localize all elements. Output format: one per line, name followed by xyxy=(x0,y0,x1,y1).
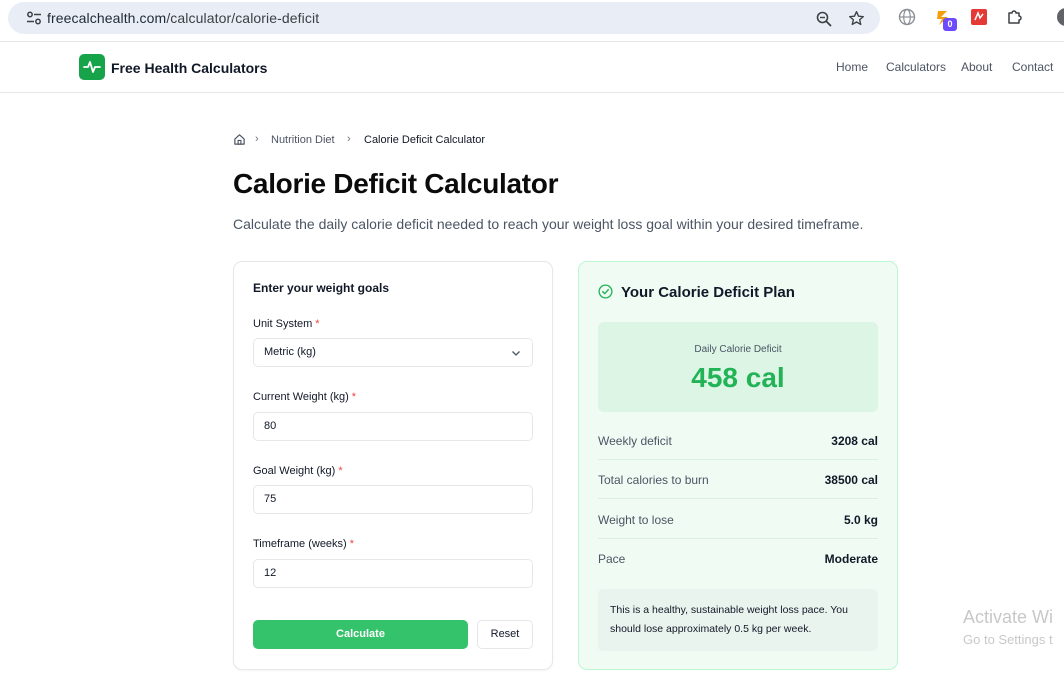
result-value: Moderate xyxy=(824,552,878,566)
goal-weight-input[interactable]: 75 xyxy=(253,485,533,514)
page-subtitle: Calculate the daily calorie deficit need… xyxy=(233,216,864,232)
pace-note-line: This is a healthy, sustainable weight lo… xyxy=(610,604,848,616)
goal-weight-label: Goal Weight (kg) * xyxy=(253,465,343,477)
globe-extension-icon[interactable] xyxy=(898,8,916,26)
home-icon[interactable] xyxy=(233,133,246,146)
daily-deficit-label: Daily Calorie Deficit xyxy=(694,344,782,355)
result-row-pace: Pace Moderate xyxy=(598,539,878,578)
result-label: Weekly deficit xyxy=(598,434,672,448)
zoom-icon[interactable] xyxy=(816,11,832,27)
extensions-puzzle-icon[interactable] xyxy=(1006,8,1024,26)
select-value: Metric (kg) xyxy=(264,346,316,358)
pace-note: This is a healthy, sustainable weight lo… xyxy=(598,589,878,651)
address-bar[interactable]: freecalchealth.com/calculator/calorie-de… xyxy=(8,2,880,34)
profile-avatar[interactable] xyxy=(1057,8,1064,26)
pdf-extension-icon[interactable] xyxy=(970,8,988,26)
result-row-total-calories: Total calories to burn 38500 cal xyxy=(598,460,878,499)
chevron-right-icon: › xyxy=(347,133,351,145)
result-label: Total calories to burn xyxy=(598,473,709,487)
site-header: Free Health Calculators Home Calculators… xyxy=(0,42,1064,93)
reset-button[interactable]: Reset xyxy=(477,620,533,649)
results-title: Your Calorie Deficit Plan xyxy=(621,284,795,301)
pulse-icon xyxy=(83,61,101,73)
bookmark-star-icon[interactable] xyxy=(848,10,865,27)
daily-deficit-value: 458 cal xyxy=(691,362,785,393)
chevron-right-icon: › xyxy=(255,133,259,145)
site-info-icon[interactable] xyxy=(26,11,42,25)
result-row-weekly-deficit: Weekly deficit 3208 cal xyxy=(598,421,878,460)
result-value: 38500 cal xyxy=(824,473,878,487)
logo[interactable] xyxy=(79,54,105,80)
form-heading: Enter your weight goals xyxy=(253,281,390,295)
unit-system-label: Unit System * xyxy=(253,318,320,330)
nav-about[interactable]: About xyxy=(961,60,992,74)
required-mark: * xyxy=(338,465,343,477)
field-label-text: Unit System xyxy=(253,318,313,330)
result-label: Pace xyxy=(598,552,626,566)
breadcrumb-nutrition-diet[interactable]: Nutrition Diet xyxy=(271,134,335,146)
result-label: Weight to lose xyxy=(598,513,674,527)
brand-name[interactable]: Free Health Calculators xyxy=(111,60,267,76)
field-label-text: Goal Weight (kg) xyxy=(253,465,336,477)
unit-system-select[interactable]: Metric (kg) xyxy=(253,338,533,367)
check-circle-icon xyxy=(598,284,613,299)
daily-deficit-panel: Daily Calorie Deficit 458 cal xyxy=(598,322,878,412)
pace-note-line: should lose approximately 0.5 kg per wee… xyxy=(610,623,812,635)
required-mark: * xyxy=(351,391,357,403)
current-weight-input[interactable]: 80 xyxy=(253,412,533,441)
nav-calculators[interactable]: Calculators xyxy=(886,60,946,74)
url-text[interactable]: freecalchealth.com/calculator/calorie-de… xyxy=(47,10,319,26)
required-mark: * xyxy=(315,318,320,330)
chevron-down-icon xyxy=(512,351,520,356)
required-mark: * xyxy=(349,538,354,550)
breadcrumb-current: Calorie Deficit Calculator xyxy=(364,134,486,146)
field-label-text: Current Weight (kg) xyxy=(253,391,349,403)
url-path: /calculator/calorie-deficit xyxy=(166,10,320,26)
activation-watermark-subtitle: Go to Settings t xyxy=(963,632,1053,647)
nav-contact[interactable]: Contact xyxy=(1012,60,1053,74)
field-label-text: Timeframe (weeks) xyxy=(253,538,347,550)
page-title: Calorie Deficit Calculator xyxy=(233,168,559,199)
current-weight-label: Current Weight (kg) * xyxy=(253,391,356,403)
calculate-button[interactable]: Calculate xyxy=(253,620,468,649)
extension-badge: 0 xyxy=(943,18,957,31)
result-value: 3208 cal xyxy=(831,434,878,448)
nav-home[interactable]: Home xyxy=(836,60,868,74)
result-row-weight-to-lose: Weight to lose 5.0 kg xyxy=(598,500,878,539)
timeframe-input[interactable]: 12 xyxy=(253,559,533,588)
timeframe-label: Timeframe (weeks) * xyxy=(253,538,354,550)
activation-watermark-title: Activate Wi xyxy=(963,607,1054,627)
browser-toolbar: freecalchealth.com/calculator/calorie-de… xyxy=(0,0,1064,42)
url-domain: freecalchealth.com xyxy=(47,10,167,26)
result-value: 5.0 kg xyxy=(843,513,878,527)
